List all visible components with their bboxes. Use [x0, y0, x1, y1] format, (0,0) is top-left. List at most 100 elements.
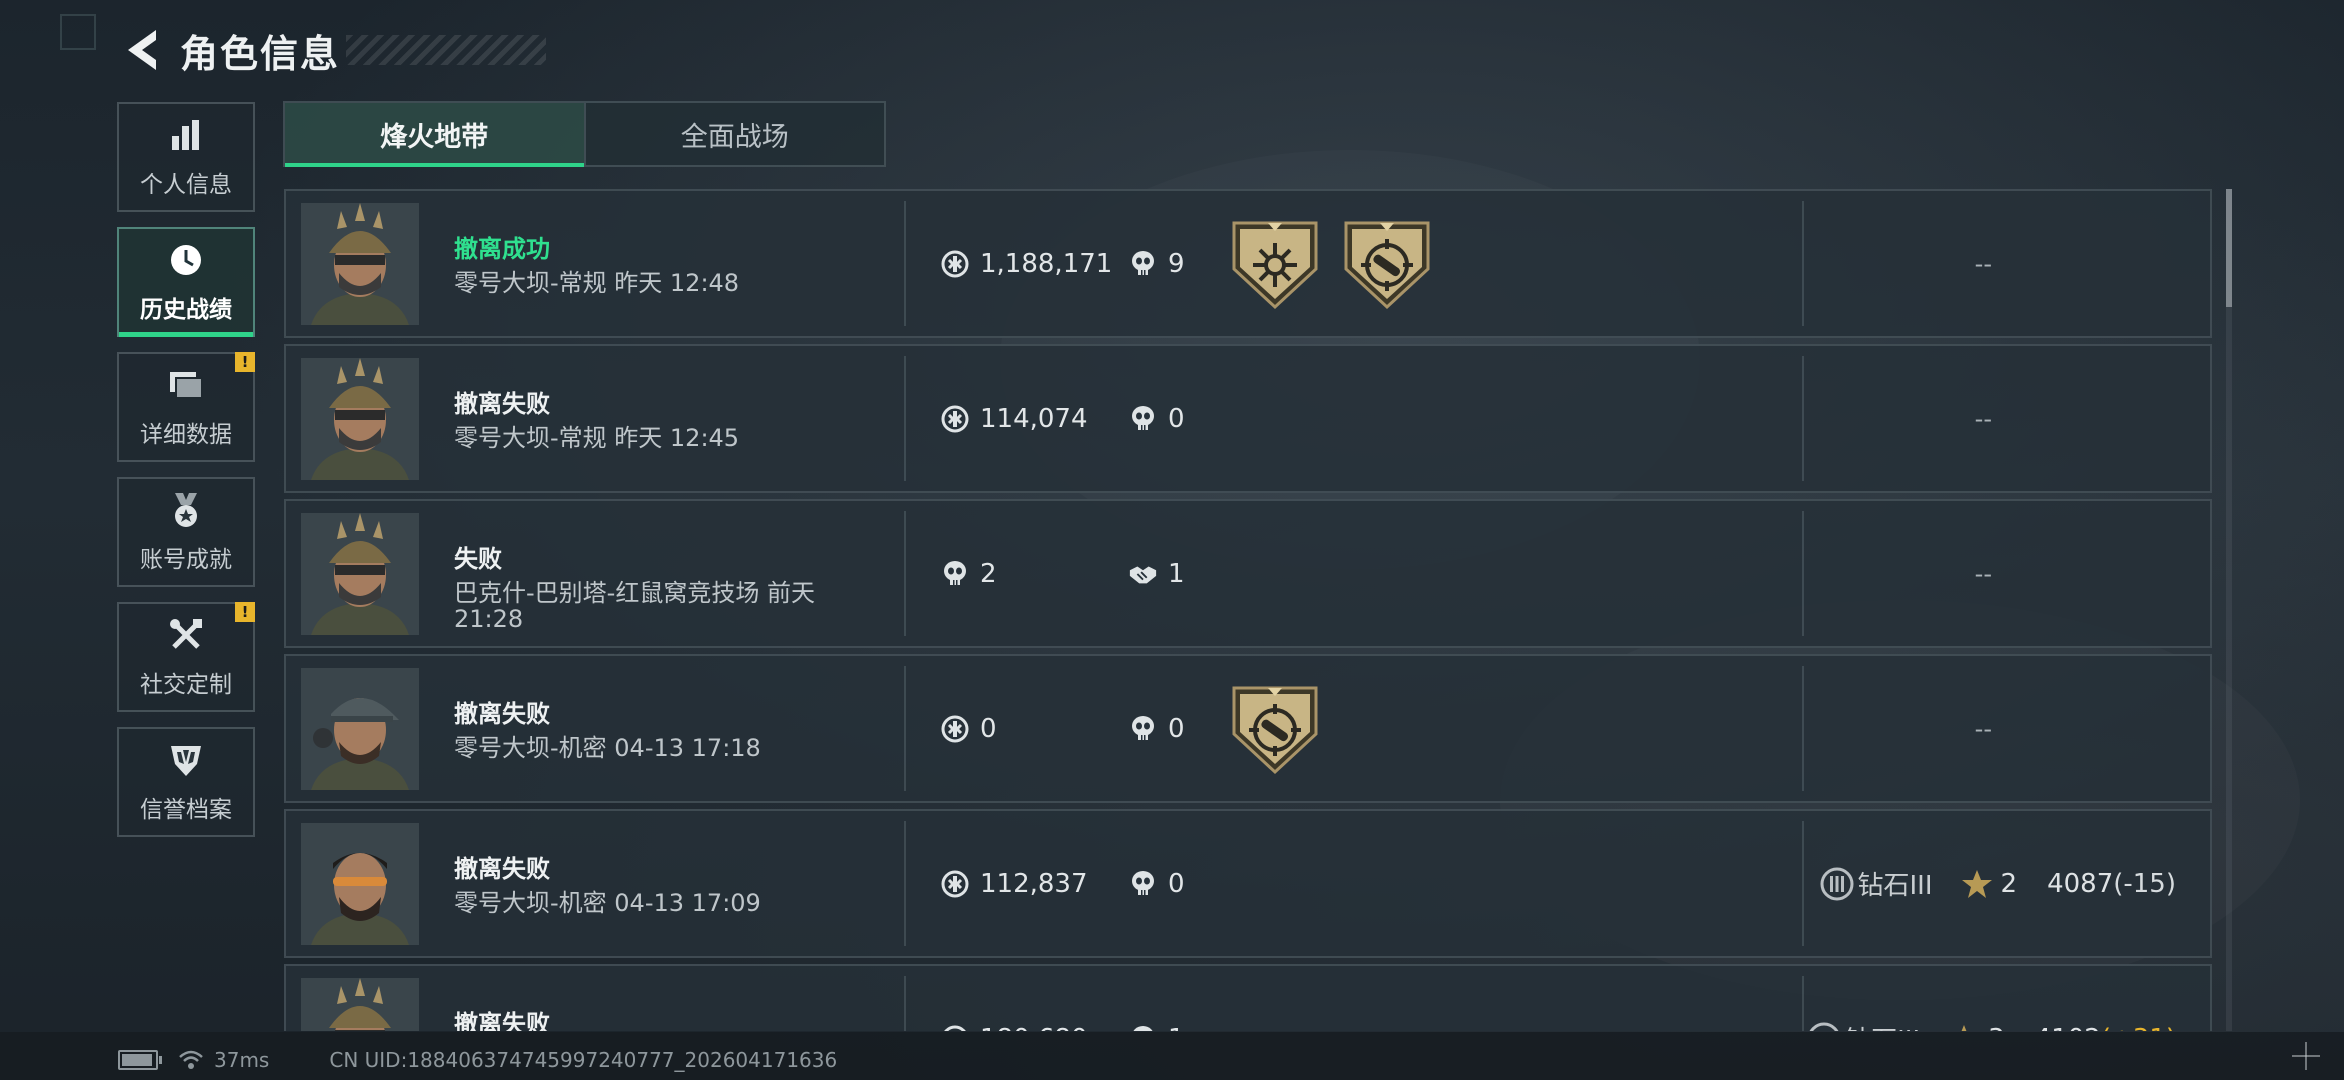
stat-primary: 2	[940, 501, 997, 646]
match-result-placeholder: --	[1974, 714, 1992, 743]
scrollbar[interactable]	[2226, 189, 2232, 1031]
match-result-placeholder: --	[1974, 559, 1992, 588]
diamond-rank-icon	[1820, 867, 1853, 900]
sidebar-item-social-custom[interactable]: 社交定制 !	[117, 602, 255, 712]
divider	[904, 201, 906, 326]
stat-primary-value: 180,680	[980, 1024, 1088, 1032]
match-row[interactable]: 撤离失败 零号大坝-机密 04-13 17:09 112,837 0 钻石III 2 408…	[284, 809, 2212, 958]
rank-tier: 钻石III	[1845, 1020, 1920, 1031]
match-row[interactable]: 撤离失败 零号大坝-机密 04-13 17:18 0 0 --	[284, 654, 2212, 803]
diamond-rank-icon	[1809, 1022, 1839, 1031]
divider	[904, 821, 906, 946]
coin-icon	[940, 1024, 970, 1031]
sidebar-item-personal-info[interactable]: 个人信息	[117, 102, 255, 212]
divider	[1802, 356, 1804, 481]
sidebar-item-label: 账号成就	[140, 547, 232, 573]
match-info: 撤离失败	[454, 1004, 864, 1031]
scrollbar-thumb[interactable]	[2226, 189, 2232, 307]
divider	[904, 976, 906, 1031]
match-row[interactable]: 失败 巴克什-巴别塔-红鼠窝竞技场 前天 21:28 2 1 --	[284, 499, 2212, 648]
rank-score-delta: (+31)	[2101, 1024, 2176, 1032]
tools-icon	[166, 615, 206, 655]
divider	[1802, 666, 1804, 791]
match-row[interactable]: 撤离成功 零号大坝-常规 昨天 12:48 1,188,171 9 --	[284, 189, 2212, 338]
back-button[interactable]	[118, 26, 166, 74]
coin-icon	[940, 714, 970, 744]
match-info: 撤离成功 零号大坝-常规 昨天 12:48	[454, 229, 864, 296]
crosshair-plus-icon	[2292, 1042, 2320, 1070]
stat-primary-value: 0	[980, 713, 997, 744]
stat-secondary-value: 1	[1168, 1024, 1185, 1032]
match-status: 撤离失败	[454, 700, 550, 728]
stat-secondary: 9	[1128, 191, 1185, 336]
match-map-time: 零号大坝-常规 昨天 12:45	[454, 424, 740, 452]
stat-primary: 180,680	[940, 966, 1088, 1031]
divider	[1802, 511, 1804, 636]
sidebar-item-reputation[interactable]: 信誉档案	[117, 727, 255, 837]
stat-secondary-value: 9	[1168, 248, 1185, 279]
rank-summary: 钻石III 3 4102(+31)	[1807, 966, 2176, 1031]
notification-badge: !	[235, 602, 255, 622]
back-arrow-icon	[128, 30, 156, 70]
corner-frame-icon	[60, 14, 96, 50]
match-history-list: 撤离成功 零号大坝-常规 昨天 12:48 1,188,171 9 -- 撤离失败 零号大坝…	[284, 189, 2212, 1031]
sidebar-item-label: 个人信息	[140, 172, 232, 198]
match-map-time: 巴克什-巴别塔-红鼠窝竞技场 前天 21:28	[454, 579, 815, 633]
operator-avatar	[301, 203, 419, 325]
stat-secondary-value: 0	[1168, 403, 1185, 434]
sidebar-item-detailed-data[interactable]: 详细数据 !	[117, 352, 255, 462]
skull-icon	[1128, 869, 1158, 899]
sidebar-item-history[interactable]: 历史战绩	[117, 227, 255, 337]
divider	[904, 666, 906, 791]
stat-secondary-value: 0	[1168, 868, 1185, 899]
skull-icon	[940, 559, 970, 589]
coin-icon	[940, 869, 970, 899]
operator-avatar	[301, 358, 419, 480]
crosshair-missile-medal-icon[interactable]	[1342, 219, 1432, 311]
notification-badge: !	[235, 352, 255, 372]
match-map-time: 零号大坝-机密 04-13 17:18	[454, 734, 761, 762]
match-row[interactable]: 撤离失败 180,680 1 钻石III 3 4102(+31)	[284, 964, 2212, 1031]
stat-secondary: 0	[1128, 811, 1185, 956]
sidebar-item-achievements[interactable]: 账号成就	[117, 477, 255, 587]
crosshair-missile-medal-icon[interactable]	[1230, 684, 1320, 776]
skull-icon	[1128, 249, 1158, 279]
match-info: 撤离失败零号大坝-常规 昨天 12:45	[454, 384, 864, 451]
rank-score: 4087	[2047, 868, 2114, 899]
sidebar-item-label: 社交定制	[140, 672, 232, 698]
stat-primary: 1,188,171	[940, 191, 1112, 336]
rank-stars: 2	[2000, 868, 2018, 899]
status-footer: 37ms CN UID:18840637474599724077​7_20260…	[0, 1032, 2344, 1080]
stat-primary: 114,074	[940, 346, 1088, 491]
sun-emblem-medal-icon[interactable]	[1230, 219, 1320, 311]
operator-avatar	[301, 823, 419, 945]
match-row[interactable]: 撤离失败 零号大坝-常规 昨天 12:45 114,074 0 --	[284, 344, 2212, 493]
stat-secondary: 1	[1128, 501, 1185, 646]
mode-tabs: 烽火地带 全面战场	[283, 101, 886, 167]
match-status: 撤离失败	[454, 390, 550, 418]
star-icon	[1961, 1024, 1967, 1031]
stat-primary-value: 114,074	[980, 403, 1088, 434]
handshake-icon	[1128, 559, 1158, 589]
clock-icon	[166, 240, 206, 280]
match-info: 撤离失败零号大坝-机密 04-13 17:18	[454, 694, 864, 761]
rank-tier: 钻石III	[1857, 871, 1933, 901]
match-info: 失败 巴克什-巴别塔-红鼠窝竞技场 前天 21:28	[454, 539, 864, 632]
bar-chart-icon	[166, 115, 206, 155]
folders-icon	[166, 365, 206, 405]
skull-icon	[1128, 404, 1158, 434]
battery-icon	[118, 1050, 162, 1070]
user-uid: CN UID:18840637474599724077​7_2026041716…	[329, 1048, 838, 1072]
coin-icon	[940, 249, 970, 279]
tab-full-battlefield[interactable]: 全面战场	[583, 103, 885, 165]
divider	[904, 356, 906, 481]
match-status: 撤离成功	[454, 235, 550, 263]
rank-score-delta: (-15)	[2113, 868, 2176, 899]
rank-stars: 3	[1988, 1024, 2005, 1032]
stat-secondary: 1	[1128, 966, 1185, 1031]
sidebar-item-label: 历史战绩	[140, 297, 232, 323]
page-title: 角色信息	[180, 31, 341, 76]
stat-primary-value: 2	[980, 558, 997, 589]
tab-warzone[interactable]: 烽火地带	[285, 103, 584, 167]
sidebar-item-label: 详细数据	[140, 422, 232, 448]
